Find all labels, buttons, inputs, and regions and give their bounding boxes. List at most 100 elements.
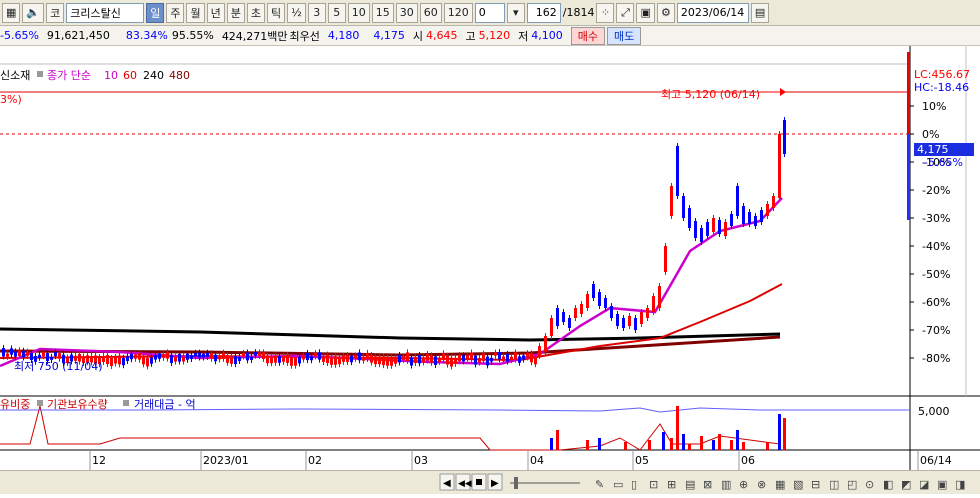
- candle: [676, 146, 679, 196]
- tool-icon[interactable]: ◩: [901, 478, 911, 491]
- stock-name-field[interactable]: 크리스탈신: [66, 2, 145, 23]
- period-month-tab[interactable]: 월: [186, 2, 205, 23]
- tool-icon[interactable]: ◧: [883, 478, 893, 491]
- volume-bar: [556, 430, 559, 450]
- x-tick-label: 05: [635, 454, 649, 467]
- x-tick-label: 04: [530, 454, 544, 467]
- calendar-icon[interactable]: ▤: [750, 2, 770, 23]
- ma-period-240: 240: [143, 69, 164, 82]
- candle: [214, 354, 217, 362]
- grid-icon[interactable]: ▦: [2, 2, 21, 23]
- candle: [354, 355, 357, 359]
- candle: [568, 318, 571, 328]
- line-tool-icon[interactable]: ⤢: [616, 2, 635, 23]
- tool-icon[interactable]: ▥: [721, 478, 731, 491]
- candle: [14, 351, 17, 357]
- tool-icon[interactable]: ▧: [793, 478, 803, 491]
- candle: [580, 304, 583, 314]
- candle: [278, 356, 281, 363]
- candle: [226, 355, 229, 363]
- interval-15-button[interactable]: 15: [371, 2, 394, 23]
- candle: [174, 356, 177, 362]
- tool-icon[interactable]: ⊡: [649, 478, 658, 491]
- interval-120-button[interactable]: 120: [443, 2, 473, 23]
- open-label: 시: [412, 29, 424, 43]
- period-year-tab[interactable]: 년: [206, 2, 225, 23]
- volume-toggle-icon-2[interactable]: [123, 400, 129, 406]
- candle: [470, 352, 473, 360]
- candle: [616, 314, 619, 326]
- tool-icon[interactable]: ⊙: [865, 478, 874, 491]
- tool-icon[interactable]: ▭: [613, 478, 623, 491]
- interval-input[interactable]: 0: [474, 2, 505, 23]
- candle: [622, 318, 625, 328]
- tool-icon[interactable]: ◰: [847, 478, 857, 491]
- y-tick-label: -50%: [922, 268, 950, 281]
- volume-bar: [598, 438, 601, 450]
- bottom-control-bar: ◀ ◀◀ ▶ ✎ ▭ ▯ ⊡ ⊞ ▤ ⊠ ▥ ⊕ ⊗ ▦ ▧ ⊟ ◫ ◰ ⊙ ◧ ◩ ◪ ▣ ◨: [0, 470, 980, 494]
- tool-icon[interactable]: ⊗: [757, 478, 766, 491]
- candle: [646, 308, 649, 318]
- best-ask-label: 최우선: [289, 29, 320, 43]
- half-button[interactable]: ½: [287, 2, 306, 23]
- period-week-tab[interactable]: 주: [166, 2, 185, 23]
- legend-toggle-icon[interactable]: [37, 71, 43, 77]
- high-price: 5,120: [478, 29, 511, 42]
- tool-icon[interactable]: ◫: [829, 478, 839, 491]
- candle: [562, 312, 565, 322]
- ratio-1: 83.34%: [125, 29, 168, 42]
- candle: [318, 352, 321, 360]
- candle: [418, 354, 421, 364]
- candle: [186, 353, 189, 360]
- candle: [694, 221, 697, 238]
- gear-icon[interactable]: ⚙: [656, 2, 675, 23]
- ma-label: 종가 단순: [47, 69, 91, 82]
- tool-icon[interactable]: ⊠: [703, 478, 712, 491]
- interval-30-button[interactable]: 30: [395, 2, 418, 23]
- interval-10-button[interactable]: 10: [347, 2, 370, 23]
- candle: [724, 222, 727, 236]
- tool-icon[interactable]: ▤: [685, 478, 695, 491]
- interval-5-button[interactable]: 5: [327, 2, 346, 23]
- candle: [234, 356, 237, 365]
- period-minute-tab[interactable]: 분: [226, 2, 245, 23]
- volume-bar: [783, 418, 786, 450]
- tool-icon[interactable]: ⊕: [739, 478, 748, 491]
- candle: [286, 354, 289, 363]
- chevron-down-icon[interactable]: ▾: [506, 2, 525, 23]
- tool-icon[interactable]: ▣: [937, 478, 947, 491]
- count-input[interactable]: 162: [526, 2, 561, 23]
- volume-bar: [586, 440, 589, 450]
- interval-3-button[interactable]: 3: [307, 2, 326, 23]
- x-tick-label: 12: [92, 454, 106, 467]
- tool-icon[interactable]: ▦: [775, 478, 785, 491]
- date-input[interactable]: 2023/06/14: [676, 2, 749, 23]
- tool-icon[interactable]: ▯: [631, 478, 637, 491]
- tool-icon[interactable]: ◪: [919, 478, 929, 491]
- price-chart[interactable]: 신소재 종가 단순 10 60 240 480 3%) 최고 5,120 (06…: [0, 46, 980, 470]
- candle: [122, 357, 125, 366]
- sound-icon[interactable]: 🔈: [22, 2, 45, 23]
- save-icon[interactable]: ▣: [636, 2, 655, 23]
- market-button[interactable]: 코: [46, 2, 65, 23]
- tool-icon[interactable]: ◨: [955, 478, 965, 491]
- chart-settings-icon[interactable]: ⁘: [596, 2, 615, 23]
- x-tick-label: 2023/01: [203, 454, 249, 467]
- tool-icon[interactable]: ⊟: [811, 478, 820, 491]
- tool-icon[interactable]: ⊞: [667, 478, 676, 491]
- tool-icon[interactable]: ✎: [595, 478, 604, 491]
- candle: [342, 355, 345, 362]
- candle: [378, 356, 381, 365]
- candle: [106, 355, 109, 365]
- candle: [742, 206, 745, 224]
- sell-button[interactable]: 매도: [607, 26, 642, 45]
- candle: [22, 350, 25, 358]
- volume-toggle-icon[interactable]: [37, 400, 43, 406]
- candle: [414, 357, 417, 363]
- period-day-tab[interactable]: 일: [146, 2, 165, 23]
- candle: [202, 353, 205, 358]
- period-second-tab[interactable]: 초: [246, 2, 265, 23]
- interval-60-button[interactable]: 60: [419, 2, 442, 23]
- period-tick-tab[interactable]: 틱: [266, 2, 286, 23]
- buy-button[interactable]: 매수: [570, 26, 606, 45]
